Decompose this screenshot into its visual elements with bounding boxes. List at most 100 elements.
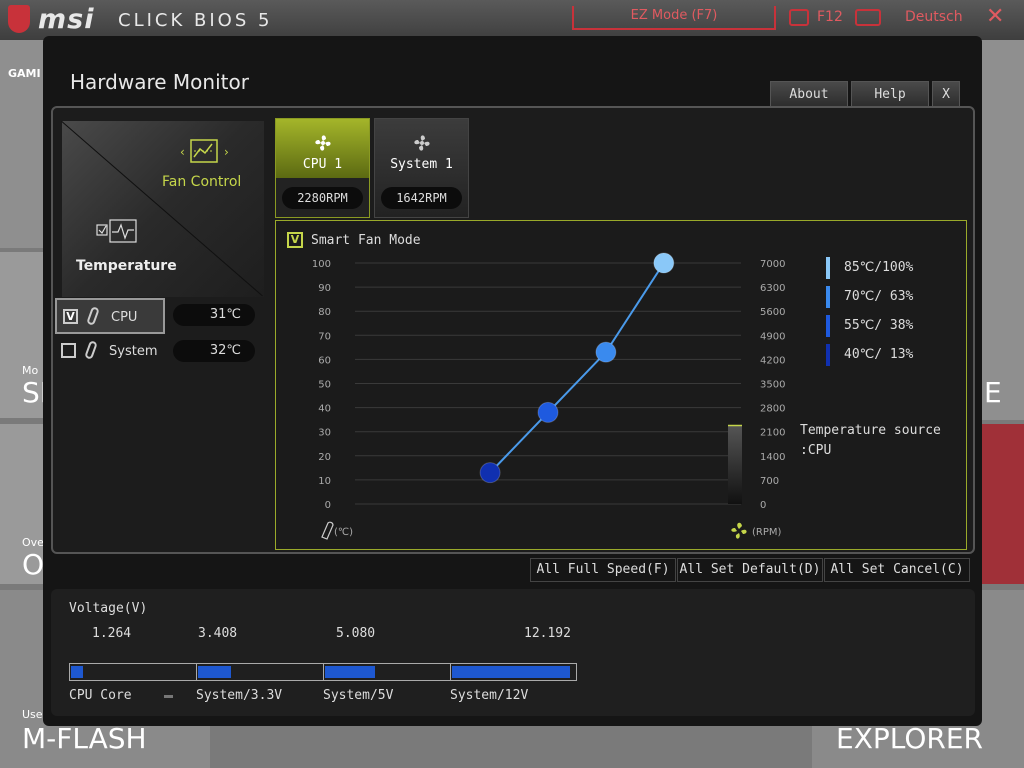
y-left-tick-label: 20 [318,452,331,463]
chevron-right-icon[interactable]: › [224,145,229,159]
sensor-value: 32℃ [173,340,255,362]
rpm-gauge-bar [728,425,742,504]
dash-separator [164,695,173,698]
legend-swatch [826,344,830,366]
language-button[interactable]: Deutsch [905,9,963,25]
all-set-cancel-button[interactable]: All Set Cancel(C) [824,558,970,582]
sensor-value: 31℃ [173,304,255,326]
y-left-tick-label: 80 [318,307,331,318]
legend-swatch [826,315,830,337]
voltage-bar-5v [323,663,450,681]
legend-text: 85℃/100% [844,260,914,275]
thermometer-icon [86,306,100,326]
voltage-fill [325,666,375,678]
legend-text: 40℃/ 13% [844,347,914,362]
y-left-tick-label: 70 [318,331,331,342]
y-left-tick-label: 50 [318,380,331,391]
about-button[interactable]: About [770,81,848,107]
voltage-bar-3v3 [196,663,323,681]
all-full-speed-button[interactable]: All Full Speed(F) [530,558,676,582]
y-left-tick-label: 0 [325,500,331,511]
fan-icon [731,522,747,539]
y-right-tick-label: 6300 [760,283,785,294]
fan-control-mode[interactable]: Fan Control [162,174,241,190]
fan-curve-box: V Smart Fan Mode 100 90 80 70 60 50 40 30 20 10 0 7… [275,220,967,550]
bg-game-label: GAMI [8,67,41,80]
mflash-button[interactable]: M-FLASH [22,722,147,755]
legend-swatch [826,257,830,279]
sensor-name: CPU [111,310,138,325]
temperature-source: Temperature source :CPU [800,421,941,461]
voltage-value-3v3: 3.408 [198,626,238,641]
language-icon[interactable] [855,9,881,26]
voltage-label-cpu-core: CPU Core [69,688,132,703]
voltage-value-5v: 5.080 [336,626,376,641]
bg-use-label: Use [22,708,43,721]
fan-curve-line [489,262,665,474]
temperature-icon[interactable] [96,219,138,245]
y-right-tick-label: 7000 [760,259,785,270]
y-right-tick-label: 4200 [760,355,785,366]
voltage-fill [198,666,231,678]
bios-close-button[interactable]: ✕ [986,4,1004,29]
sensor-checkbox-cpu[interactable]: V [63,309,78,324]
y-left-tick-label: 60 [318,355,331,366]
camera-icon[interactable] [789,9,809,26]
fan-tab-system1[interactable]: System 1 1642RPM [374,118,469,218]
y-right-unit-label: (RPM) [752,527,782,538]
fan-name: System 1 [390,157,453,172]
help-button[interactable]: Help [851,81,929,107]
y-right-tick-label: 1400 [760,452,785,463]
explorer-button[interactable]: EXPLORER [836,722,983,755]
temperature-source-value[interactable]: :CPU [800,441,941,461]
y-left-tick-label: 10 [318,476,331,487]
fan-tab-cpu1[interactable]: CPU 1 2280RPM [275,118,370,218]
y-right-tick-label: 0 [760,500,766,511]
voltage-label-12v: System/12V [450,688,529,703]
all-set-default-button[interactable]: All Set Default(D) [677,558,823,582]
dialog-title: Hardware Monitor [70,70,249,94]
legend-text: 55℃/ 38% [844,318,914,333]
voltage-title: Voltage(V) [69,601,148,616]
msi-dragon-logo-icon [8,5,30,33]
y-right-tick-label: 5600 [760,307,785,318]
sensor-select-box[interactable]: V CPU [55,298,165,334]
temperature-mode[interactable]: Temperature [76,258,177,274]
fan-name: CPU 1 [302,157,343,172]
screenshot-key[interactable]: F12 [817,9,843,25]
sensor-row-system[interactable]: System 32℃ [55,334,263,370]
legend-swatch [826,286,830,308]
fan-control-icon[interactable] [190,139,218,165]
y-left-tick-label: 100 [312,259,331,270]
voltage-fill [452,666,570,678]
curve-point-handle[interactable] [595,341,617,363]
sensor-select-box[interactable]: System [55,334,165,370]
y-left-tick-label: 30 [318,428,331,439]
sensor-checkbox-system[interactable] [61,343,76,358]
y-right-tick-label: 700 [760,476,779,487]
dialog-close-button[interactable]: X [932,81,960,107]
chevron-left-icon[interactable]: ‹ [180,145,185,159]
y-right-tick-label: 2100 [760,428,785,439]
fan-rpm: 2280RPM [282,187,363,209]
x-axis-unit-label: (℃) [334,527,353,538]
hardware-monitor-dialog: Hardware Monitor About Help X ‹ › Fan Co… [43,36,982,726]
thermometer-icon [321,521,334,540]
voltage-value-12v: 12.192 [524,626,571,641]
y-left-tick-label: 90 [318,283,331,294]
bg-o-label: O [22,548,45,581]
curve-point-handle[interactable] [653,252,675,274]
fan-rpm: 1642RPM [381,187,462,209]
y-right-tick-label: 2800 [760,404,785,415]
bg-tile-right-mid [982,424,1024,584]
fan-icon [414,135,430,151]
curve-point-handle[interactable] [537,401,559,423]
voltage-bar-cpu-core [69,663,196,681]
legend-text: 70℃/ 63% [844,289,914,304]
top-bar: msi CLICK BIOS 5 EZ Mode (F7) F12 Deutsc… [0,0,1024,40]
curve-point-handle[interactable] [479,462,501,484]
voltage-label-5v: System/5V [323,688,394,703]
voltage-fill [71,666,83,678]
ez-mode-button[interactable]: EZ Mode (F7) [572,6,776,30]
sensor-row-cpu[interactable]: V CPU 31℃ [55,298,263,334]
